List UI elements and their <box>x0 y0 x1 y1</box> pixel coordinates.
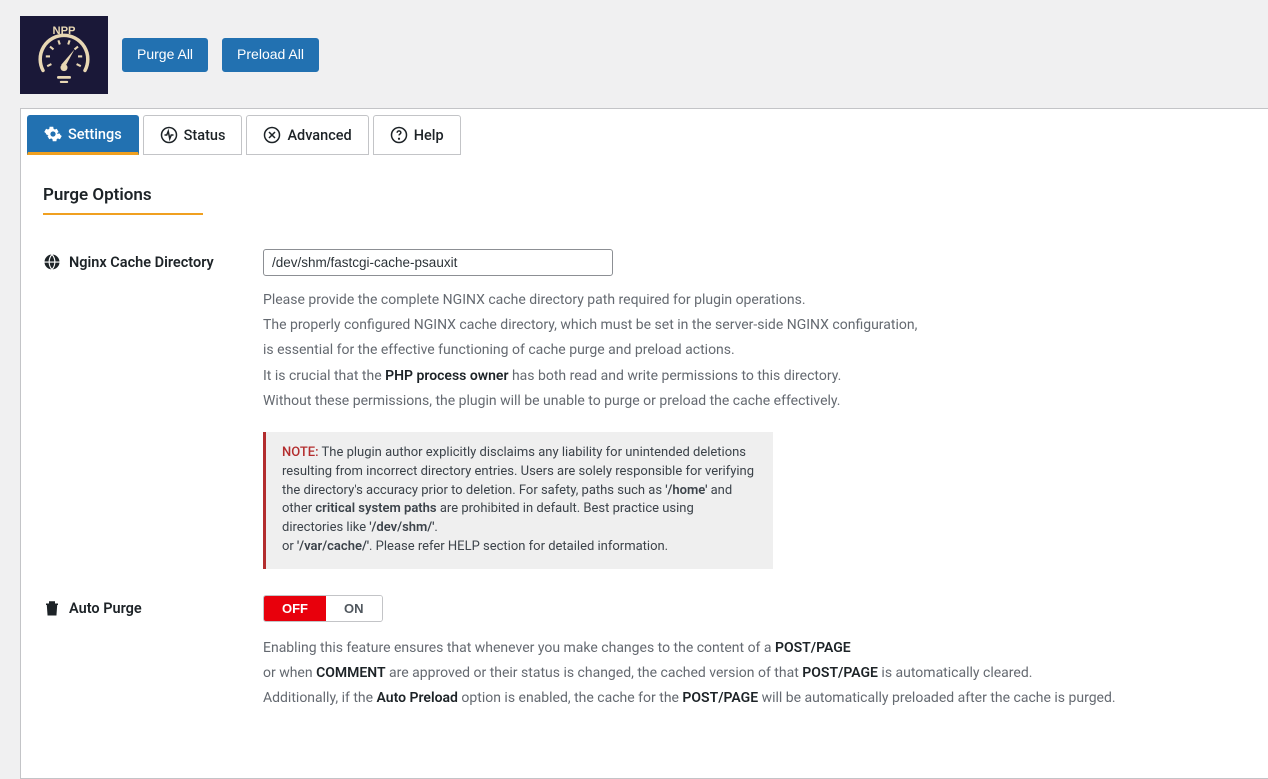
trash-icon <box>43 599 61 617</box>
cache-dir-label: Nginx Cache Directory <box>43 249 263 271</box>
auto-purge-help: Enabling this feature ensures that whene… <box>263 636 1183 712</box>
tab-label: Advanced <box>287 127 351 144</box>
toggle-on[interactable]: ON <box>326 596 382 621</box>
toggle-off[interactable]: OFF <box>264 596 326 621</box>
help-icon <box>390 126 408 144</box>
gauge-icon: NPP <box>29 20 99 90</box>
cache-dir-note: NOTE: The plugin author explicitly discl… <box>263 432 773 569</box>
tab-bar: Settings Status Advanced Help <box>21 109 1268 155</box>
tab-settings[interactable]: Settings <box>27 115 139 155</box>
cache-dir-help: Please provide the complete NGINX cache … <box>263 288 1183 414</box>
section-underline <box>43 213 203 215</box>
header-row: NPP Purge All Preload All <box>0 0 1268 108</box>
gear-icon <box>44 125 62 143</box>
tab-help[interactable]: Help <box>373 115 461 155</box>
tab-status[interactable]: Status <box>143 115 243 155</box>
plugin-logo: NPP <box>20 16 108 94</box>
tab-label: Help <box>414 127 444 144</box>
preload-all-button[interactable]: Preload All <box>222 38 319 72</box>
auto-purge-toggle[interactable]: OFF ON <box>263 595 383 622</box>
settings-panel: Settings Status Advanced Help Purge Opti… <box>20 108 1268 779</box>
tab-advanced[interactable]: Advanced <box>246 115 368 155</box>
pulse-icon <box>160 126 178 144</box>
tab-label: Status <box>184 127 226 144</box>
auto-purge-label: Auto Purge <box>43 595 263 617</box>
tab-label: Settings <box>68 126 122 143</box>
tools-icon <box>263 126 281 144</box>
purge-all-button[interactable]: Purge All <box>122 38 208 72</box>
globe-icon <box>43 253 61 271</box>
section-title: Purge Options <box>43 185 1246 205</box>
cache-directory-input[interactable] <box>263 249 613 276</box>
